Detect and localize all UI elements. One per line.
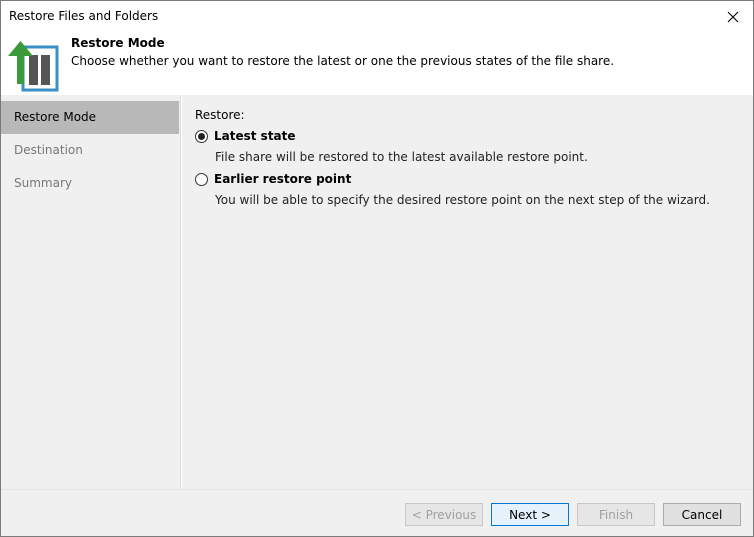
wizard-window: Restore Files and Folders Restore Mode C… xyxy=(0,0,754,537)
wizard-steps-sidebar: Restore Mode Destination Summary xyxy=(1,95,181,489)
step-title: Restore Mode xyxy=(71,36,165,50)
finish-button[interactable]: Finish xyxy=(577,503,655,526)
title-bar: Restore Files and Folders xyxy=(1,1,753,32)
main-content: Restore: Latest state File share will be… xyxy=(182,95,753,489)
latest-state-radio[interactable] xyxy=(195,129,208,143)
latest-state-description: File share will be restored to the lates… xyxy=(215,150,588,164)
earlier-restore-point-description: You will be able to specify the desired … xyxy=(215,193,710,207)
restore-label: Restore: xyxy=(195,108,245,122)
window-title: Restore Files and Folders xyxy=(9,9,159,23)
latest-state-label: Latest state xyxy=(214,129,296,143)
earlier-restore-point-radio[interactable] xyxy=(195,172,208,186)
step-description: Choose whether you want to restore the l… xyxy=(71,54,615,68)
close-button[interactable] xyxy=(713,1,753,32)
earlier-restore-point-option[interactable]: Earlier restore point xyxy=(195,172,351,186)
restore-files-icon xyxy=(8,41,59,92)
next-button[interactable]: Next > xyxy=(491,503,569,526)
sidebar-item-destination[interactable]: Destination xyxy=(1,134,179,167)
earlier-restore-point-label: Earlier restore point xyxy=(214,172,352,186)
sidebar-item-restore-mode[interactable]: Restore Mode xyxy=(1,101,179,134)
cancel-button[interactable]: Cancel xyxy=(663,503,741,526)
close-icon xyxy=(727,11,739,22)
latest-state-option[interactable]: Latest state xyxy=(195,129,296,143)
wizard-header: Restore Mode Choose whether you want to … xyxy=(1,32,753,95)
wizard-footer: < Previous Next > Finish Cancel xyxy=(1,489,753,536)
previous-button[interactable]: < Previous xyxy=(405,503,483,526)
sidebar-item-summary[interactable]: Summary xyxy=(1,167,179,200)
